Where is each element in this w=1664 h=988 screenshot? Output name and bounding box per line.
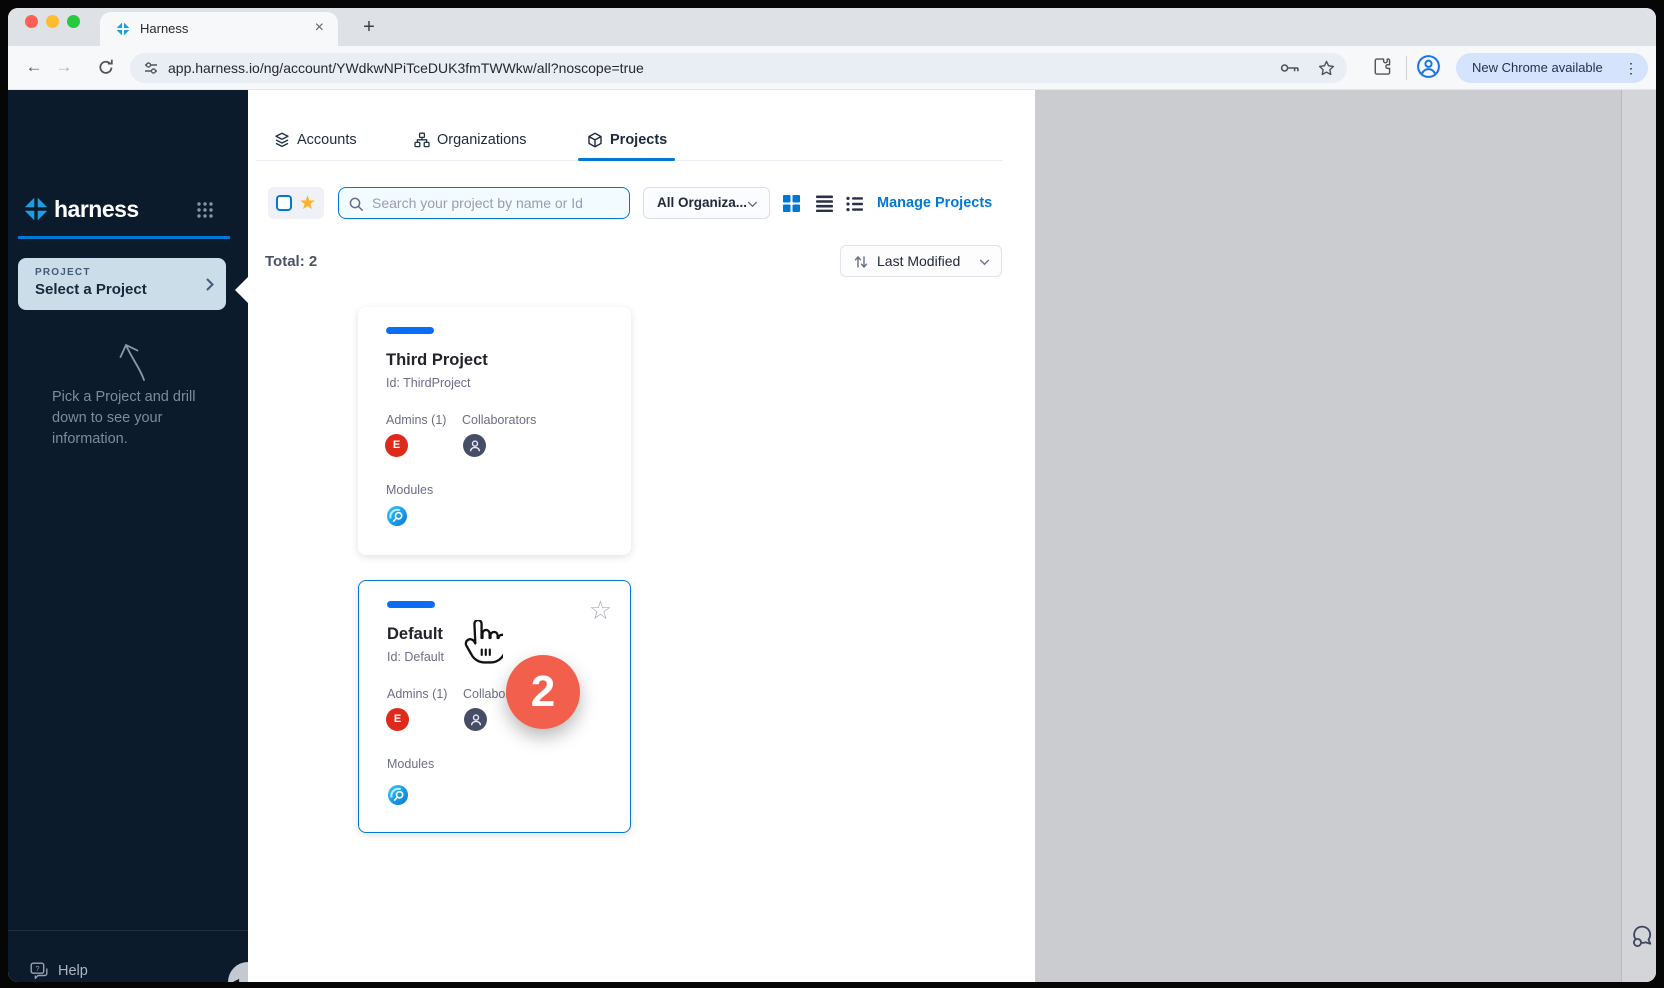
sidebar-collapse-handle[interactable]: ◀ [228, 962, 248, 982]
admins-label: Admins (1) [386, 413, 446, 427]
modules-label: Modules [386, 483, 433, 497]
total-count-label: Total: 2 [265, 253, 317, 270]
forward-button[interactable]: → [50, 54, 78, 82]
profile-avatar-icon[interactable] [1416, 54, 1441, 79]
feedback-chat-icon[interactable] [1628, 922, 1656, 950]
project-id: Id: ThirdProject [386, 376, 471, 390]
svg-text:?: ? [35, 964, 39, 973]
cube-icon [587, 132, 603, 148]
chevron-down-icon [979, 259, 990, 266]
harness-favicon-icon [115, 21, 131, 37]
project-title: Third Project [386, 351, 488, 370]
collaborators-label: Collaborators [462, 413, 536, 427]
window-minimize-button[interactable] [46, 15, 59, 28]
toolbar-divider [1406, 56, 1407, 80]
list-view-icon[interactable] [816, 195, 833, 212]
active-tab-underline [578, 158, 675, 161]
selector-pointer-notch [235, 277, 248, 303]
modules-label: Modules [387, 757, 434, 771]
project-title: Default [387, 625, 443, 644]
harness-sidebar: harness PROJECT Select a Project Pick a … [8, 90, 248, 982]
step-annotation-badge: 2 [506, 655, 580, 729]
step-number: 2 [531, 667, 555, 717]
back-button[interactable]: ← [20, 54, 48, 82]
organization-dropdown[interactable]: All Organiza... [643, 187, 770, 219]
favorites-checkbox[interactable] [276, 195, 292, 211]
collaborator-avatar[interactable] [464, 708, 487, 731]
password-key-icon[interactable] [1280, 62, 1300, 74]
new-chrome-available-button[interactable]: New Chrome available ⋮ [1456, 53, 1648, 83]
tab-projects[interactable]: Projects [587, 127, 667, 153]
admin-avatar[interactable]: E [385, 434, 408, 457]
help-chat-icon: ? [30, 962, 50, 981]
page-backdrop [1035, 90, 1656, 982]
detail-list-icon[interactable] [846, 196, 864, 212]
url-bar[interactable]: app.harness.io/ng/account/YWdkwNPiTceDUK… [130, 53, 1347, 83]
url-text[interactable]: app.harness.io/ng/account/YWdkwNPiTceDUK… [168, 53, 644, 83]
harness-brand-text: harness [54, 196, 139, 223]
favorite-star-icon[interactable]: ★ [299, 194, 316, 213]
manage-projects-link[interactable]: Manage Projects [877, 187, 992, 219]
admins-label: Admins (1) [387, 687, 447, 701]
sidebar-bottom-divider [8, 930, 248, 931]
chaos-module-icon[interactable] [387, 784, 409, 806]
site-settings-icon[interactable] [143, 60, 159, 76]
sort-arrows-icon [853, 254, 869, 270]
tab-accounts-label: Accounts [297, 132, 357, 148]
project-color-bar [386, 327, 434, 334]
favorites-filter-group: ★ [268, 187, 324, 219]
browser-menu-icon[interactable]: ⋮ [1624, 53, 1638, 83]
browser-tab-strip: Harness × + [8, 8, 1656, 46]
project-card-third-project[interactable]: Third Project Id: ThirdProject Admins (1… [358, 307, 631, 555]
chaos-module-icon[interactable] [386, 505, 408, 527]
reload-button[interactable] [97, 58, 115, 76]
extensions-icon[interactable] [1373, 57, 1391, 75]
chevron-right-icon [206, 278, 214, 291]
tab-accounts[interactable]: Accounts [274, 127, 357, 153]
tab-organizations[interactable]: Organizations [414, 127, 526, 153]
collaborator-avatar[interactable] [463, 434, 486, 457]
sidebar-hint-text: Pick a Project and drill down to see you… [52, 387, 208, 450]
sketch-arrow-icon [100, 328, 160, 386]
harness-logo-icon [22, 195, 50, 223]
sort-dropdown-value: Last Modified [877, 246, 960, 276]
hand-cursor-icon [463, 620, 503, 671]
person-icon [467, 438, 483, 454]
tab-organizations-label: Organizations [437, 132, 526, 148]
screenshot-frame: Harness × + ← → app.harness.io/ng/accoun… [0, 0, 1664, 988]
layers-icon [274, 132, 290, 148]
app-grid-icon[interactable] [196, 201, 214, 219]
new-chrome-label: New Chrome available [1472, 53, 1603, 83]
chevron-down-icon [747, 201, 758, 208]
org-chart-icon [414, 132, 430, 148]
sidebar-accent-divider [18, 236, 230, 239]
browser-window: Harness × + ← → app.harness.io/ng/accoun… [8, 8, 1656, 982]
search-input[interactable] [339, 188, 629, 218]
bookmark-star-icon[interactable] [1318, 60, 1335, 77]
favorite-star-outline-icon[interactable]: ☆ [589, 595, 612, 626]
right-side-strip [1621, 90, 1656, 982]
project-selector[interactable]: PROJECT Select a Project [18, 258, 226, 310]
tab-projects-label: Projects [610, 132, 667, 148]
project-card-default[interactable]: ☆ Default Id: Default Admins (1) Collabo… [358, 580, 631, 833]
browser-tab[interactable]: Harness × [100, 12, 338, 46]
project-search [338, 187, 630, 219]
project-selector-label: PROJECT [35, 267, 91, 278]
window-zoom-button[interactable] [67, 15, 80, 28]
organization-dropdown-value: All Organiza... [657, 188, 747, 218]
tab-title: Harness [140, 12, 188, 46]
project-id: Id: Default [387, 650, 444, 664]
person-icon [468, 712, 484, 728]
sort-dropdown[interactable]: Last Modified [840, 245, 1002, 277]
tab-close-icon[interactable]: × [311, 12, 328, 46]
help-button[interactable]: Help [58, 963, 88, 979]
grid-view-icon[interactable] [783, 195, 800, 212]
new-tab-button[interactable]: + [354, 13, 384, 43]
project-color-bar [387, 601, 435, 608]
project-selector-value: Select a Project [35, 281, 147, 298]
admin-avatar[interactable]: E [386, 708, 409, 731]
window-close-button[interactable] [25, 15, 38, 28]
